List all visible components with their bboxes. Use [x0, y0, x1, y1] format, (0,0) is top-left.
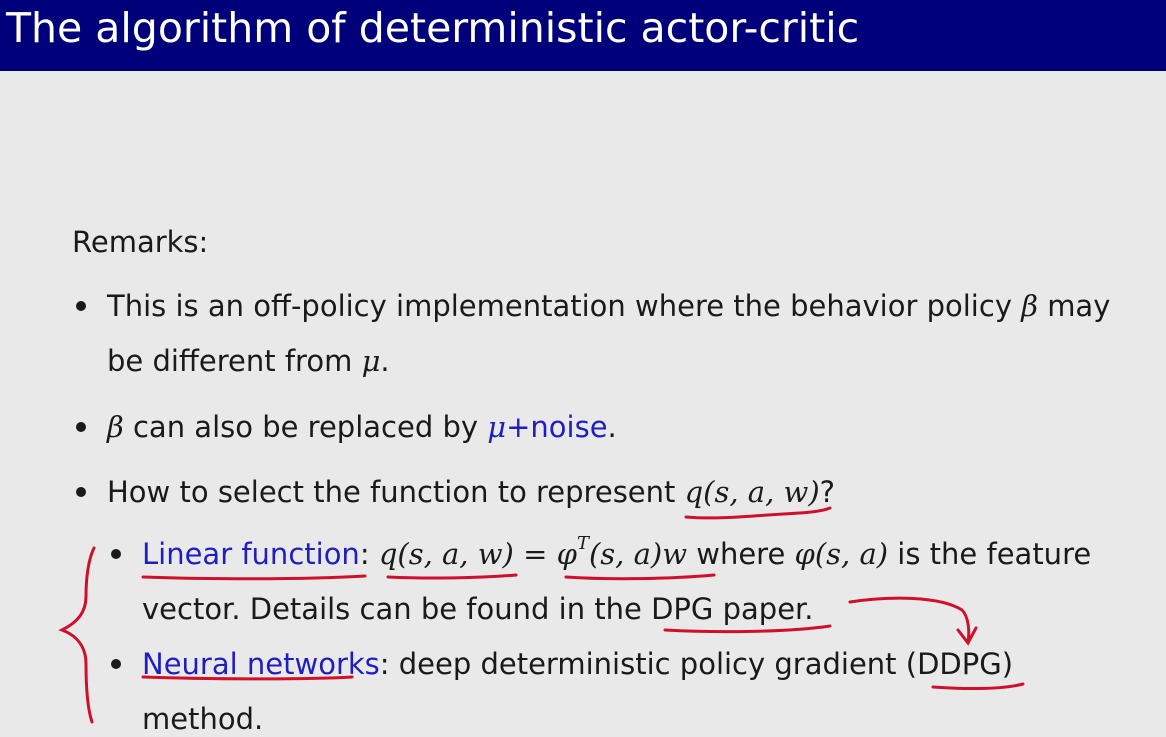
underline-q-function — [684, 506, 832, 520]
arrow-dpg-to-ddpg — [848, 596, 971, 644]
underline-dpg-paper — [663, 624, 832, 634]
underline-phi-transpose — [564, 573, 716, 581]
underline-ddpg — [931, 682, 1025, 691]
red-ink-annotations — [58, 506, 1025, 724]
curly-brace — [58, 546, 96, 724]
underline-linear-function — [141, 574, 367, 581]
underline-neural-networks — [141, 675, 354, 681]
underline-q-lhs — [386, 573, 518, 580]
arrow-head — [956, 626, 978, 646]
